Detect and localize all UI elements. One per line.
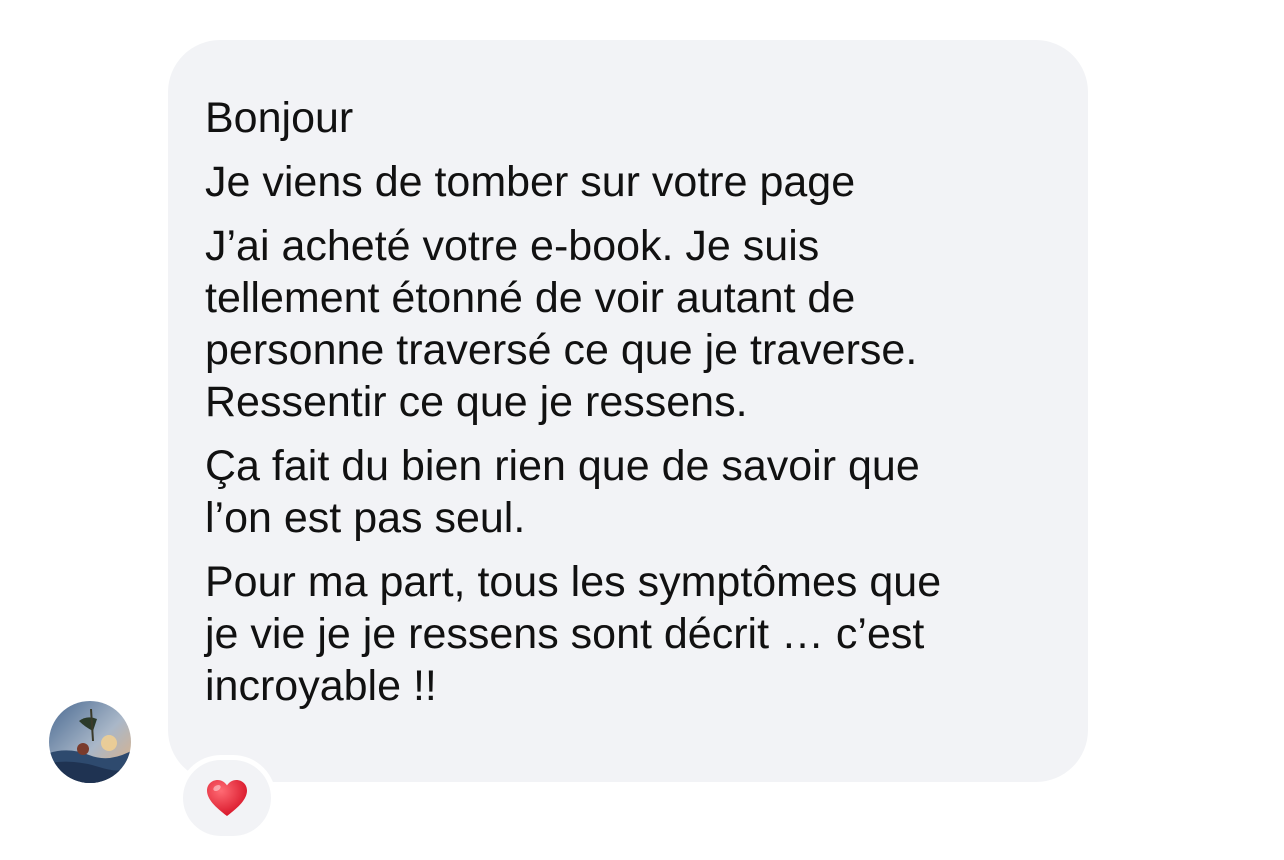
- message-paragraph: Ça fait du bien rien que de savoir que l…: [205, 440, 1088, 544]
- message-line: tellement étonné de voir autant de: [205, 274, 856, 322]
- message-line: J’ai acheté votre e-book. Je suis: [205, 222, 820, 270]
- message-line: Bonjour: [205, 94, 354, 142]
- message-paragraph: Pour ma part, tous les symptômes que je …: [205, 556, 1088, 712]
- message-line: personne traversé ce que je traverse.: [205, 326, 918, 374]
- message-paragraph: Je viens de tomber sur votre page: [205, 156, 1088, 208]
- red-heart-icon: [207, 780, 247, 816]
- avatar[interactable]: [49, 701, 131, 783]
- message-line: Ça fait du bien rien que de savoir que: [205, 442, 920, 490]
- message-line: incroyable !!: [205, 662, 437, 710]
- message-paragraph: Bonjour: [205, 92, 1088, 144]
- message-bubble[interactable]: Bonjour Je viens de tomber sur votre pag…: [168, 40, 1088, 782]
- avatar-photo-icon: [49, 701, 131, 783]
- message-line: Ressentir ce que je ressens.: [205, 378, 748, 426]
- message-line: je vie je je ressens sont décrit … c’est: [205, 610, 925, 658]
- message-line: Pour ma part, tous les symptômes que: [205, 558, 942, 606]
- reaction-badge[interactable]: [183, 760, 271, 836]
- message-line: l’on est pas seul.: [205, 494, 526, 542]
- message-paragraph: J’ai acheté votre e-book. Je suis tellem…: [205, 220, 1088, 428]
- message-line: Je viens de tomber sur votre page: [205, 158, 856, 206]
